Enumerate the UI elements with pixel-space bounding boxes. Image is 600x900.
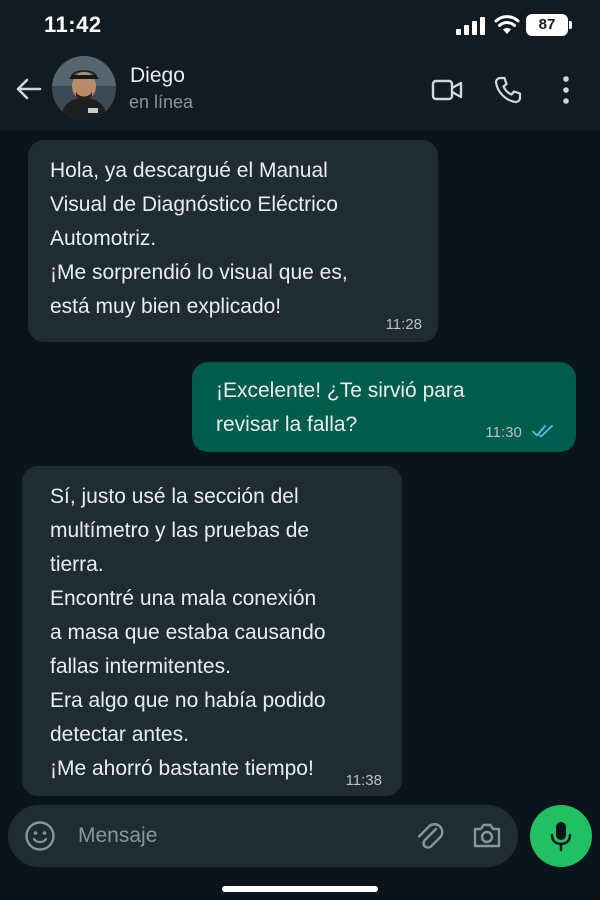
message-meta: 11:30 xyxy=(485,424,554,442)
message-list[interactable]: Hola, ya descargué el Manual Visual de D… xyxy=(0,130,600,808)
video-camera-icon[interactable] xyxy=(431,78,463,102)
contact-name[interactable]: Diego xyxy=(130,64,185,88)
status-time: 11:42 xyxy=(44,12,102,37)
more-vertical-icon[interactable] xyxy=(556,74,576,106)
camera-icon[interactable] xyxy=(472,821,502,849)
outgoing-message[interactable]: ¡Excelente! ¿Te sirvió para revisar la f… xyxy=(192,362,576,452)
chat-header: Diego en línea xyxy=(0,50,600,130)
avatar[interactable] xyxy=(52,56,116,120)
microphone-icon xyxy=(550,822,572,852)
battery-level: 87 xyxy=(538,16,556,33)
message-time: 11:38 xyxy=(345,772,382,789)
message-input[interactable] xyxy=(78,817,378,855)
contact-status: en línea xyxy=(129,92,194,112)
status-bar: 11:42 87 xyxy=(0,0,600,50)
emoji-icon[interactable] xyxy=(24,820,56,852)
battery-tip xyxy=(569,21,572,29)
message-time: 11:28 xyxy=(385,316,422,333)
message-text: Sí, justo usé la sección del multímetro … xyxy=(50,485,326,780)
arrow-left-icon[interactable] xyxy=(14,74,44,104)
avatar-portrait-icon xyxy=(52,56,116,120)
incoming-message[interactable]: Hola, ya descargué el Manual Visual de D… xyxy=(28,140,438,342)
phone-icon[interactable] xyxy=(494,76,522,104)
message-text: Hola, ya descargué el Manual Visual de D… xyxy=(50,159,348,318)
paperclip-icon[interactable] xyxy=(414,819,444,853)
home-indicator xyxy=(222,886,378,892)
double-check-icon xyxy=(532,425,553,438)
signal-icon xyxy=(456,17,485,35)
incoming-message[interactable]: Sí, justo usé la sección del multímetro … xyxy=(22,466,402,796)
voice-message-button[interactable] xyxy=(530,805,592,867)
wifi-icon xyxy=(494,15,520,34)
message-time: 11:30 xyxy=(485,424,522,441)
battery-icon: 87 xyxy=(526,14,568,36)
composer xyxy=(8,805,518,867)
chat-screen: 11:42 87 Diego en línea Hola, ya descarg… xyxy=(0,0,600,900)
